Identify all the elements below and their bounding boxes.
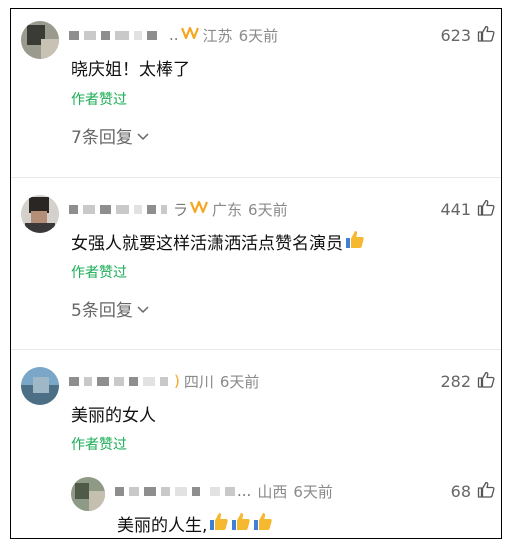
author-liked-badge: 作者赞过 [71, 92, 127, 108]
timestamp: 6天前 [293, 482, 333, 501]
like-count: 282 [440, 371, 471, 391]
comment-list: .. 江苏 6天前 623 晓庆姐！太棒了 作者赞过 7条回复 ラ 广东 6天前… [10, 8, 502, 539]
reply-text-row: 美丽的人生, [117, 511, 273, 536]
location-label: 山西 [257, 482, 288, 501]
reply-meta: ... 山西 6天前 [115, 481, 333, 501]
comment-meta: ) 四川 6天前 [69, 371, 259, 391]
username-blur[interactable] [69, 204, 78, 214]
thumbs-up-outline-icon [471, 371, 495, 392]
timestamp: 6天前 [219, 372, 260, 391]
thumbs-up-outline-icon [471, 481, 495, 502]
divider [11, 349, 501, 350]
view-replies-button[interactable]: 7条回复 [71, 123, 149, 148]
username-blur[interactable] [69, 30, 79, 40]
replies-label: 7条回复 [71, 128, 133, 148]
weibo-v-icon [189, 200, 209, 218]
username-blur[interactable] [69, 376, 79, 386]
username-blur[interactable] [115, 486, 124, 496]
like-count: 441 [440, 199, 471, 219]
thumbs-up-outline-icon [471, 25, 495, 46]
comment-text-row: 女强人就要这样活潇洒活点赞名演员 [71, 229, 365, 254]
location-label: 江苏 [202, 26, 233, 45]
avatar[interactable] [21, 21, 59, 59]
comment-meta: .. 江苏 6天前 [69, 25, 278, 45]
like-count: 623 [440, 25, 471, 45]
thumbs-up-emoji [209, 511, 229, 536]
timestamp: 6天前 [238, 26, 279, 45]
username-ellipsis: ... [237, 482, 252, 500]
thumbs-up-emoji [345, 229, 365, 254]
timestamp: 6天前 [248, 200, 288, 219]
replies-label: 5条回复 [71, 301, 133, 321]
thumbs-up-emoji [231, 511, 251, 536]
divider [11, 177, 501, 178]
author-liked-badge: 作者赞过 [71, 437, 127, 453]
comment-meta: ラ 广东 6天前 [69, 199, 288, 219]
comment-text: 女强人就要这样活潇洒活点赞名演员 [71, 234, 343, 254]
avatar[interactable] [21, 367, 59, 405]
location-label: 广东 [212, 200, 243, 219]
view-replies-button[interactable]: 5条回复 [71, 296, 149, 321]
location-label: 四川 [183, 372, 214, 391]
like-button[interactable]: 623 [440, 25, 495, 45]
thumbs-up-outline-icon [471, 199, 495, 220]
comment-text: 美丽的女人 [71, 406, 156, 426]
reply-text: 美丽的人生, [117, 516, 208, 536]
comment-text: 晓庆姐！太棒了 [71, 60, 190, 80]
like-count: 68 [450, 481, 471, 501]
like-button[interactable]: 282 [440, 371, 495, 391]
thumbs-up-emoji [253, 511, 273, 536]
avatar[interactable] [71, 477, 105, 511]
like-button[interactable]: 441 [440, 199, 495, 219]
chevron-down-icon [133, 299, 149, 319]
author-liked-badge: 作者赞过 [71, 265, 127, 281]
like-button[interactable]: 68 [451, 481, 495, 501]
avatar[interactable] [21, 195, 59, 233]
weibo-v-icon [180, 26, 199, 44]
chevron-down-icon [133, 126, 149, 146]
